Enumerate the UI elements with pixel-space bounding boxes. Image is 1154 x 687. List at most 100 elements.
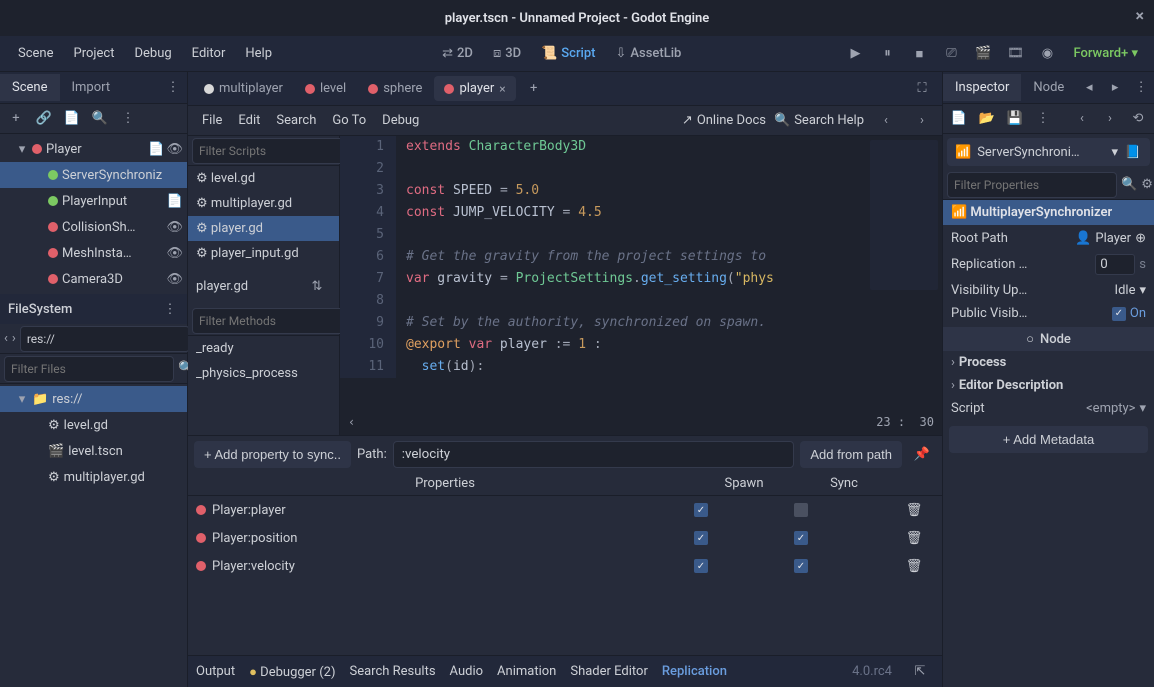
tab-import[interactable]: Import xyxy=(60,74,123,101)
bottom-tab[interactable]: Audio xyxy=(450,664,483,679)
inspected-node-dropdown[interactable]: 📶 ServerSynchroni… ▾ 📘 xyxy=(947,138,1150,166)
fs-item[interactable]: ⚙multiplayer.gd xyxy=(0,464,187,490)
menu-scene[interactable]: Scene xyxy=(8,40,64,67)
sync-checkbox[interactable]: ✓ xyxy=(794,559,808,573)
scene-node[interactable]: MeshInsta…👁 xyxy=(0,240,187,266)
play-custom-button[interactable]: 🎞 xyxy=(1001,40,1029,68)
tab-inspector[interactable]: Inspector xyxy=(943,74,1021,101)
open-docs-icon[interactable]: 📘 xyxy=(1124,143,1142,161)
number-input[interactable] xyxy=(1095,254,1135,275)
menu-debug[interactable]: Debug xyxy=(124,40,181,67)
bottom-tab[interactable]: Shader Editor xyxy=(570,664,648,679)
dock-options-icon[interactable]: ⋮ xyxy=(1128,74,1154,102)
bottom-tab[interactable]: Replication xyxy=(662,664,727,679)
play-scene-button[interactable]: 🎬 xyxy=(969,40,997,68)
online-docs-link[interactable]: ↗ Online Docs xyxy=(682,113,766,128)
bottom-tab[interactable]: Search Results xyxy=(349,664,435,679)
attach-script-button[interactable]: 📄 xyxy=(60,107,84,131)
fs-back-button[interactable]: ‹ xyxy=(4,327,8,351)
scene-tab[interactable]: level xyxy=(295,76,356,101)
bottom-tab[interactable]: ● Debugger (2) xyxy=(249,664,335,680)
scene-node[interactable]: ServerSynchroniz xyxy=(0,162,187,188)
movie-maker-button[interactable]: ◉ xyxy=(1033,40,1061,68)
filter-props-settings-icon[interactable]: ⚙ xyxy=(1141,173,1153,197)
viewport-assetlib-button[interactable]: ⇩ AssetLib xyxy=(608,42,690,65)
new-resource-icon[interactable]: 📄 xyxy=(947,107,971,131)
add-tab-button[interactable]: + xyxy=(520,75,548,103)
tab-node[interactable]: Node xyxy=(1021,74,1076,101)
scene-node[interactable]: CollisionSh…👁 xyxy=(0,214,187,240)
sync-checkbox[interactable] xyxy=(794,503,808,517)
menu-project[interactable]: Project xyxy=(64,40,125,67)
script-list-item[interactable]: ⚙ multiplayer.gd xyxy=(188,191,339,216)
script-icon[interactable]: 📄 xyxy=(167,194,183,209)
script-menu-debug[interactable]: Debug xyxy=(374,109,427,132)
scene-tree-options-icon[interactable]: ⋮ xyxy=(116,107,140,131)
add-metadata-button[interactable]: + Add Metadata xyxy=(949,426,1148,453)
fs-path-field[interactable] xyxy=(20,326,190,352)
save-resource-icon[interactable]: 💾 xyxy=(1003,107,1027,131)
fs-fwd-button[interactable]: › xyxy=(12,327,16,351)
remote-debug-icon[interactable]: ⎚ xyxy=(937,40,965,68)
delete-icon[interactable]: 🗑 xyxy=(906,503,923,518)
script-sort-icon[interactable]: ⇅ xyxy=(303,272,331,300)
spawn-checkbox[interactable]: ✓ xyxy=(694,531,708,545)
delete-icon[interactable]: 🗑 xyxy=(906,559,923,574)
script-nav-back[interactable]: ‹ xyxy=(872,107,900,135)
script-menu-go-to[interactable]: Go To xyxy=(324,109,374,132)
pause-button[interactable]: ⏸ xyxy=(873,40,901,68)
method-list-item[interactable]: _ready xyxy=(188,336,339,361)
delete-icon[interactable]: 🗑 xyxy=(906,531,923,546)
scene-node[interactable]: ▾Player📄👁 xyxy=(0,136,187,162)
viewport-script-button[interactable]: 📜 Script xyxy=(533,42,603,65)
scene-node[interactable]: PlayerInput📄 xyxy=(0,188,187,214)
history-icon[interactable]: ⟲ xyxy=(1126,107,1150,131)
fs-item[interactable]: ▾📁res:// xyxy=(0,386,187,412)
script-menu-file[interactable]: File xyxy=(194,109,230,132)
assign-icon[interactable]: ⊕ xyxy=(1135,231,1146,246)
sync-checkbox[interactable]: ✓ xyxy=(794,531,808,545)
viewport-3d-button[interactable]: ⧈ 3D xyxy=(485,42,529,65)
dock-options-icon[interactable]: ⋮ xyxy=(159,74,187,102)
instance-scene-button[interactable]: 🔗 xyxy=(32,107,56,131)
dock-next-icon[interactable]: ▸ xyxy=(1102,74,1128,102)
menu-help[interactable]: Help xyxy=(235,40,282,67)
bottom-tab[interactable]: Animation xyxy=(497,664,556,679)
method-list-item[interactable]: _physics_process xyxy=(188,361,339,386)
inspector-options-icon[interactable]: ⋮ xyxy=(1031,107,1055,131)
inspector-section[interactable]: Editor Description xyxy=(943,374,1154,397)
script-menu-edit[interactable]: Edit xyxy=(230,109,268,132)
close-tab-icon[interactable]: × xyxy=(499,82,505,96)
bottom-tab[interactable]: Output xyxy=(196,664,235,679)
visibility-icon[interactable]: 👁 xyxy=(166,220,183,235)
minimap[interactable] xyxy=(870,140,938,290)
script-nav-fwd[interactable]: › xyxy=(908,107,936,135)
scene-node[interactable]: Camera3D👁 xyxy=(0,266,187,292)
add-from-path-button[interactable]: Add from path xyxy=(800,441,902,468)
history-fwd-icon[interactable]: › xyxy=(1098,107,1122,131)
menu-editor[interactable]: Editor xyxy=(182,40,236,67)
filesystem-options-icon[interactable]: ⋮ xyxy=(161,300,179,318)
scene-tab[interactable]: sphere xyxy=(358,76,432,101)
render-mode-dropdown[interactable]: Forward+ ▾ xyxy=(1065,46,1146,61)
filter-props-search-icon[interactable]: 🔍 xyxy=(1121,173,1137,197)
add-property-button[interactable]: + Add property to sync.. xyxy=(194,441,351,468)
tab-scene[interactable]: Scene xyxy=(0,74,60,101)
play-project-button[interactable]: ▶ xyxy=(841,40,869,68)
script-list-item[interactable]: ⚙ player.gd xyxy=(188,216,339,241)
filesystem-tree[interactable]: ▾📁res://⚙level.gd🎬level.tscn⚙multiplayer… xyxy=(0,384,187,687)
visibility-icon[interactable]: 👁 xyxy=(166,142,183,157)
scene-tab[interactable]: player× xyxy=(434,76,515,101)
viewport-2d-button[interactable]: ⇄ 2D xyxy=(434,42,481,65)
script-prop-value[interactable]: <empty> ▾ xyxy=(1066,401,1146,416)
fs-filter-field[interactable] xyxy=(4,356,174,382)
pin-icon[interactable]: 📌 xyxy=(908,440,936,468)
scene-tree[interactable]: ▾Player📄👁ServerSynchronizPlayerInput📄Col… xyxy=(0,134,187,294)
bool-checkbox[interactable]: ✓ xyxy=(1112,307,1126,321)
script-list-item[interactable]: ⚙ level.gd xyxy=(188,166,339,191)
visibility-icon[interactable]: 👁 xyxy=(166,246,183,261)
search-help-link[interactable]: 🔍 Search Help xyxy=(774,113,864,128)
window-close-icon[interactable]: × xyxy=(1136,6,1145,25)
path-input[interactable] xyxy=(393,441,795,468)
fs-item[interactable]: ⚙level.gd xyxy=(0,412,187,438)
